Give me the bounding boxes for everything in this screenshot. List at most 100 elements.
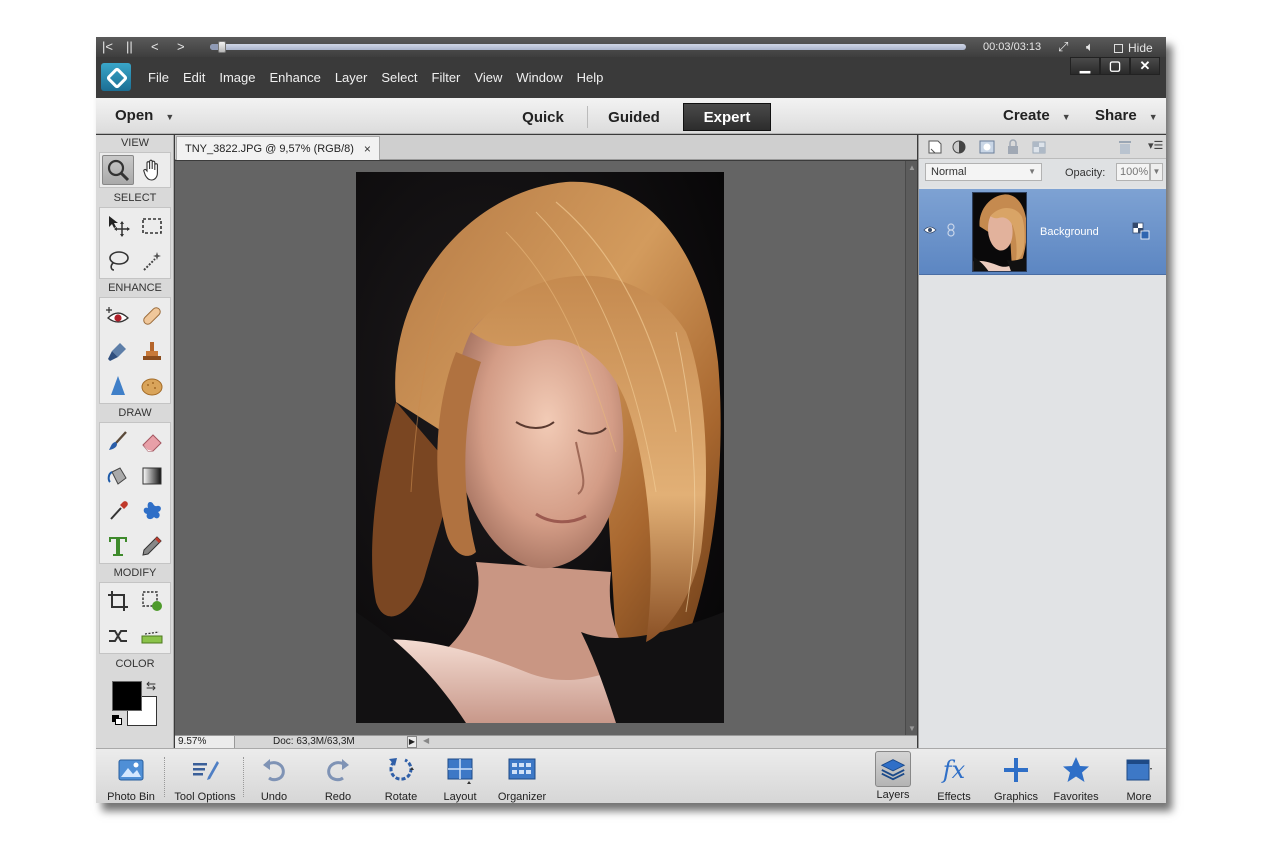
menu-layer[interactable]: Layer — [328, 70, 375, 85]
document-tab[interactable]: TNY_3822.JPG @ 9,57% (RGB/8) × — [176, 136, 380, 160]
zoom-level-field[interactable]: 9.57% — [175, 736, 235, 748]
minimize-button[interactable]: ▁ — [1070, 57, 1100, 75]
eye-visibility-icon[interactable] — [923, 225, 937, 235]
document-image[interactable] — [356, 172, 724, 723]
layout-button[interactable]: Layout — [440, 751, 480, 803]
redo-button[interactable]: Redo — [318, 751, 358, 803]
create-button[interactable]: Create ▼ — [1003, 107, 1071, 124]
status-menu-arrow[interactable]: ▶ — [407, 736, 417, 748]
maximize-button[interactable]: ▢ — [1100, 57, 1130, 75]
playback-progress[interactable] — [210, 41, 966, 53]
mode-expert[interactable]: Expert — [683, 103, 771, 131]
crop-tool[interactable] — [102, 586, 134, 616]
menu-window[interactable]: Window — [509, 70, 569, 85]
red-eye-tool[interactable] — [102, 301, 134, 331]
zoom-tool[interactable] — [102, 155, 134, 185]
eyedropper-tool[interactable] — [102, 496, 134, 526]
menu-edit[interactable]: Edit — [176, 70, 212, 85]
mode-quick[interactable]: Quick — [508, 103, 578, 131]
menu-image[interactable]: Image — [212, 70, 262, 85]
graphics-button[interactable]: Graphics — [991, 751, 1041, 803]
type-tool[interactable] — [102, 531, 134, 561]
panel-menu-icon[interactable]: ▾☰ — [1148, 139, 1163, 152]
undo-button[interactable]: Undo — [254, 751, 294, 803]
healing-brush-tool[interactable] — [136, 301, 168, 331]
recompose-tool[interactable] — [136, 586, 168, 616]
close-tab-icon[interactable]: × — [364, 142, 371, 156]
more-button[interactable]: More — [1119, 751, 1159, 803]
tool-options-button[interactable]: Tool Options — [170, 751, 240, 803]
level-icon — [141, 631, 163, 644]
open-button[interactable]: Open ▼ — [115, 107, 174, 124]
canvas-scrollbar-vertical[interactable]: ▲ ▼ — [905, 161, 917, 735]
effects-button[interactable]: fx Effects — [934, 751, 974, 803]
status-bar: 9.57% Doc: 63,3M/63,3M ▶ ◀ — [175, 735, 917, 748]
layers-panel-button[interactable]: Layers — [873, 751, 913, 803]
scroll-up-icon[interactable]: ▲ — [908, 163, 916, 172]
menu-help[interactable]: Help — [570, 70, 611, 85]
paint-bucket-tool[interactable] — [102, 461, 134, 491]
menu-enhance[interactable]: Enhance — [263, 70, 328, 85]
menu-select[interactable]: Select — [374, 70, 424, 85]
custom-shape-tool[interactable] — [136, 496, 168, 526]
rotate-button[interactable]: Rotate — [379, 751, 423, 803]
volume-icon[interactable]: 🔈︎ — [1086, 39, 1094, 55]
trash-icon[interactable] — [1117, 139, 1133, 155]
layer-row-background[interactable]: Background — [919, 189, 1166, 275]
app-logo-icon — [101, 63, 131, 91]
skip-back-icon[interactable]: |< — [102, 39, 113, 54]
hide-toggle[interactable]: Hide — [1114, 41, 1153, 55]
eraser-tool[interactable] — [136, 426, 168, 456]
prev-icon[interactable]: < — [151, 39, 159, 54]
type-icon — [109, 537, 127, 556]
mode-guided[interactable]: Guided — [596, 103, 672, 131]
pause-icon[interactable]: || — [126, 39, 133, 54]
share-button[interactable]: Share ▼ — [1095, 107, 1158, 124]
opacity-dropdown-icon[interactable]: ▼ — [1150, 163, 1163, 181]
lock-transparent-icon[interactable] — [1031, 139, 1047, 155]
canvas-area[interactable] — [175, 161, 905, 735]
lasso-tool[interactable] — [102, 246, 134, 276]
gradient-tool[interactable] — [136, 461, 168, 491]
opacity-field[interactable]: 100% — [1116, 163, 1150, 181]
shape-icon — [143, 502, 161, 520]
blend-mode-select[interactable]: Normal ▼ — [925, 163, 1042, 181]
blur-tool[interactable] — [102, 371, 134, 401]
move-tool[interactable] — [102, 211, 134, 241]
hide-checkbox[interactable] — [1114, 44, 1123, 53]
menu-view[interactable]: View — [467, 70, 509, 85]
organizer-button[interactable]: Organizer — [494, 751, 550, 803]
scroll-left-icon[interactable]: ◀ — [423, 736, 429, 745]
foreground-color-swatch[interactable] — [112, 681, 142, 711]
brush-tool[interactable] — [102, 426, 134, 456]
link-icon[interactable] — [947, 223, 955, 237]
magic-wand-tool[interactable] — [136, 246, 168, 276]
new-layer-icon[interactable] — [927, 139, 943, 155]
sponge-tool[interactable] — [136, 371, 168, 401]
layer-mask-icon[interactable] — [979, 139, 995, 155]
favorites-button[interactable]: Favorites — [1051, 751, 1101, 803]
photo-bin-button[interactable]: Photo Bin — [105, 751, 157, 803]
gradient-icon — [142, 467, 162, 485]
close-window-button[interactable]: ✕ — [1130, 57, 1160, 75]
swap-colors-icon[interactable]: ⇆ — [146, 679, 156, 693]
lock-all-icon[interactable] — [1005, 139, 1021, 155]
fullscreen-icon[interactable]: ⤢ — [1058, 39, 1068, 55]
layout-icon — [447, 758, 473, 784]
next-icon[interactable]: > — [177, 39, 185, 54]
adjustment-layer-icon[interactable] — [952, 139, 968, 155]
marquee-tool[interactable] — [136, 211, 168, 241]
mode-bar: Open ▼ Quick Guided Expert Create ▼ Share ▼ — [96, 98, 1166, 134]
default-colors-icon[interactable] — [112, 715, 122, 725]
smart-brush-tool[interactable] — [102, 336, 134, 366]
menu-file[interactable]: File — [141, 70, 176, 85]
straighten-tool[interactable] — [136, 621, 168, 651]
menu-filter[interactable]: Filter — [425, 70, 468, 85]
layer-name[interactable]: Background — [1040, 226, 1099, 238]
pencil-tool[interactable] — [136, 531, 168, 561]
progress-knob[interactable] — [218, 41, 227, 53]
scroll-down-icon[interactable]: ▼ — [908, 724, 916, 733]
content-aware-move-tool[interactable] — [102, 621, 134, 651]
clone-stamp-tool[interactable] — [136, 336, 168, 366]
hand-tool[interactable] — [136, 155, 168, 185]
